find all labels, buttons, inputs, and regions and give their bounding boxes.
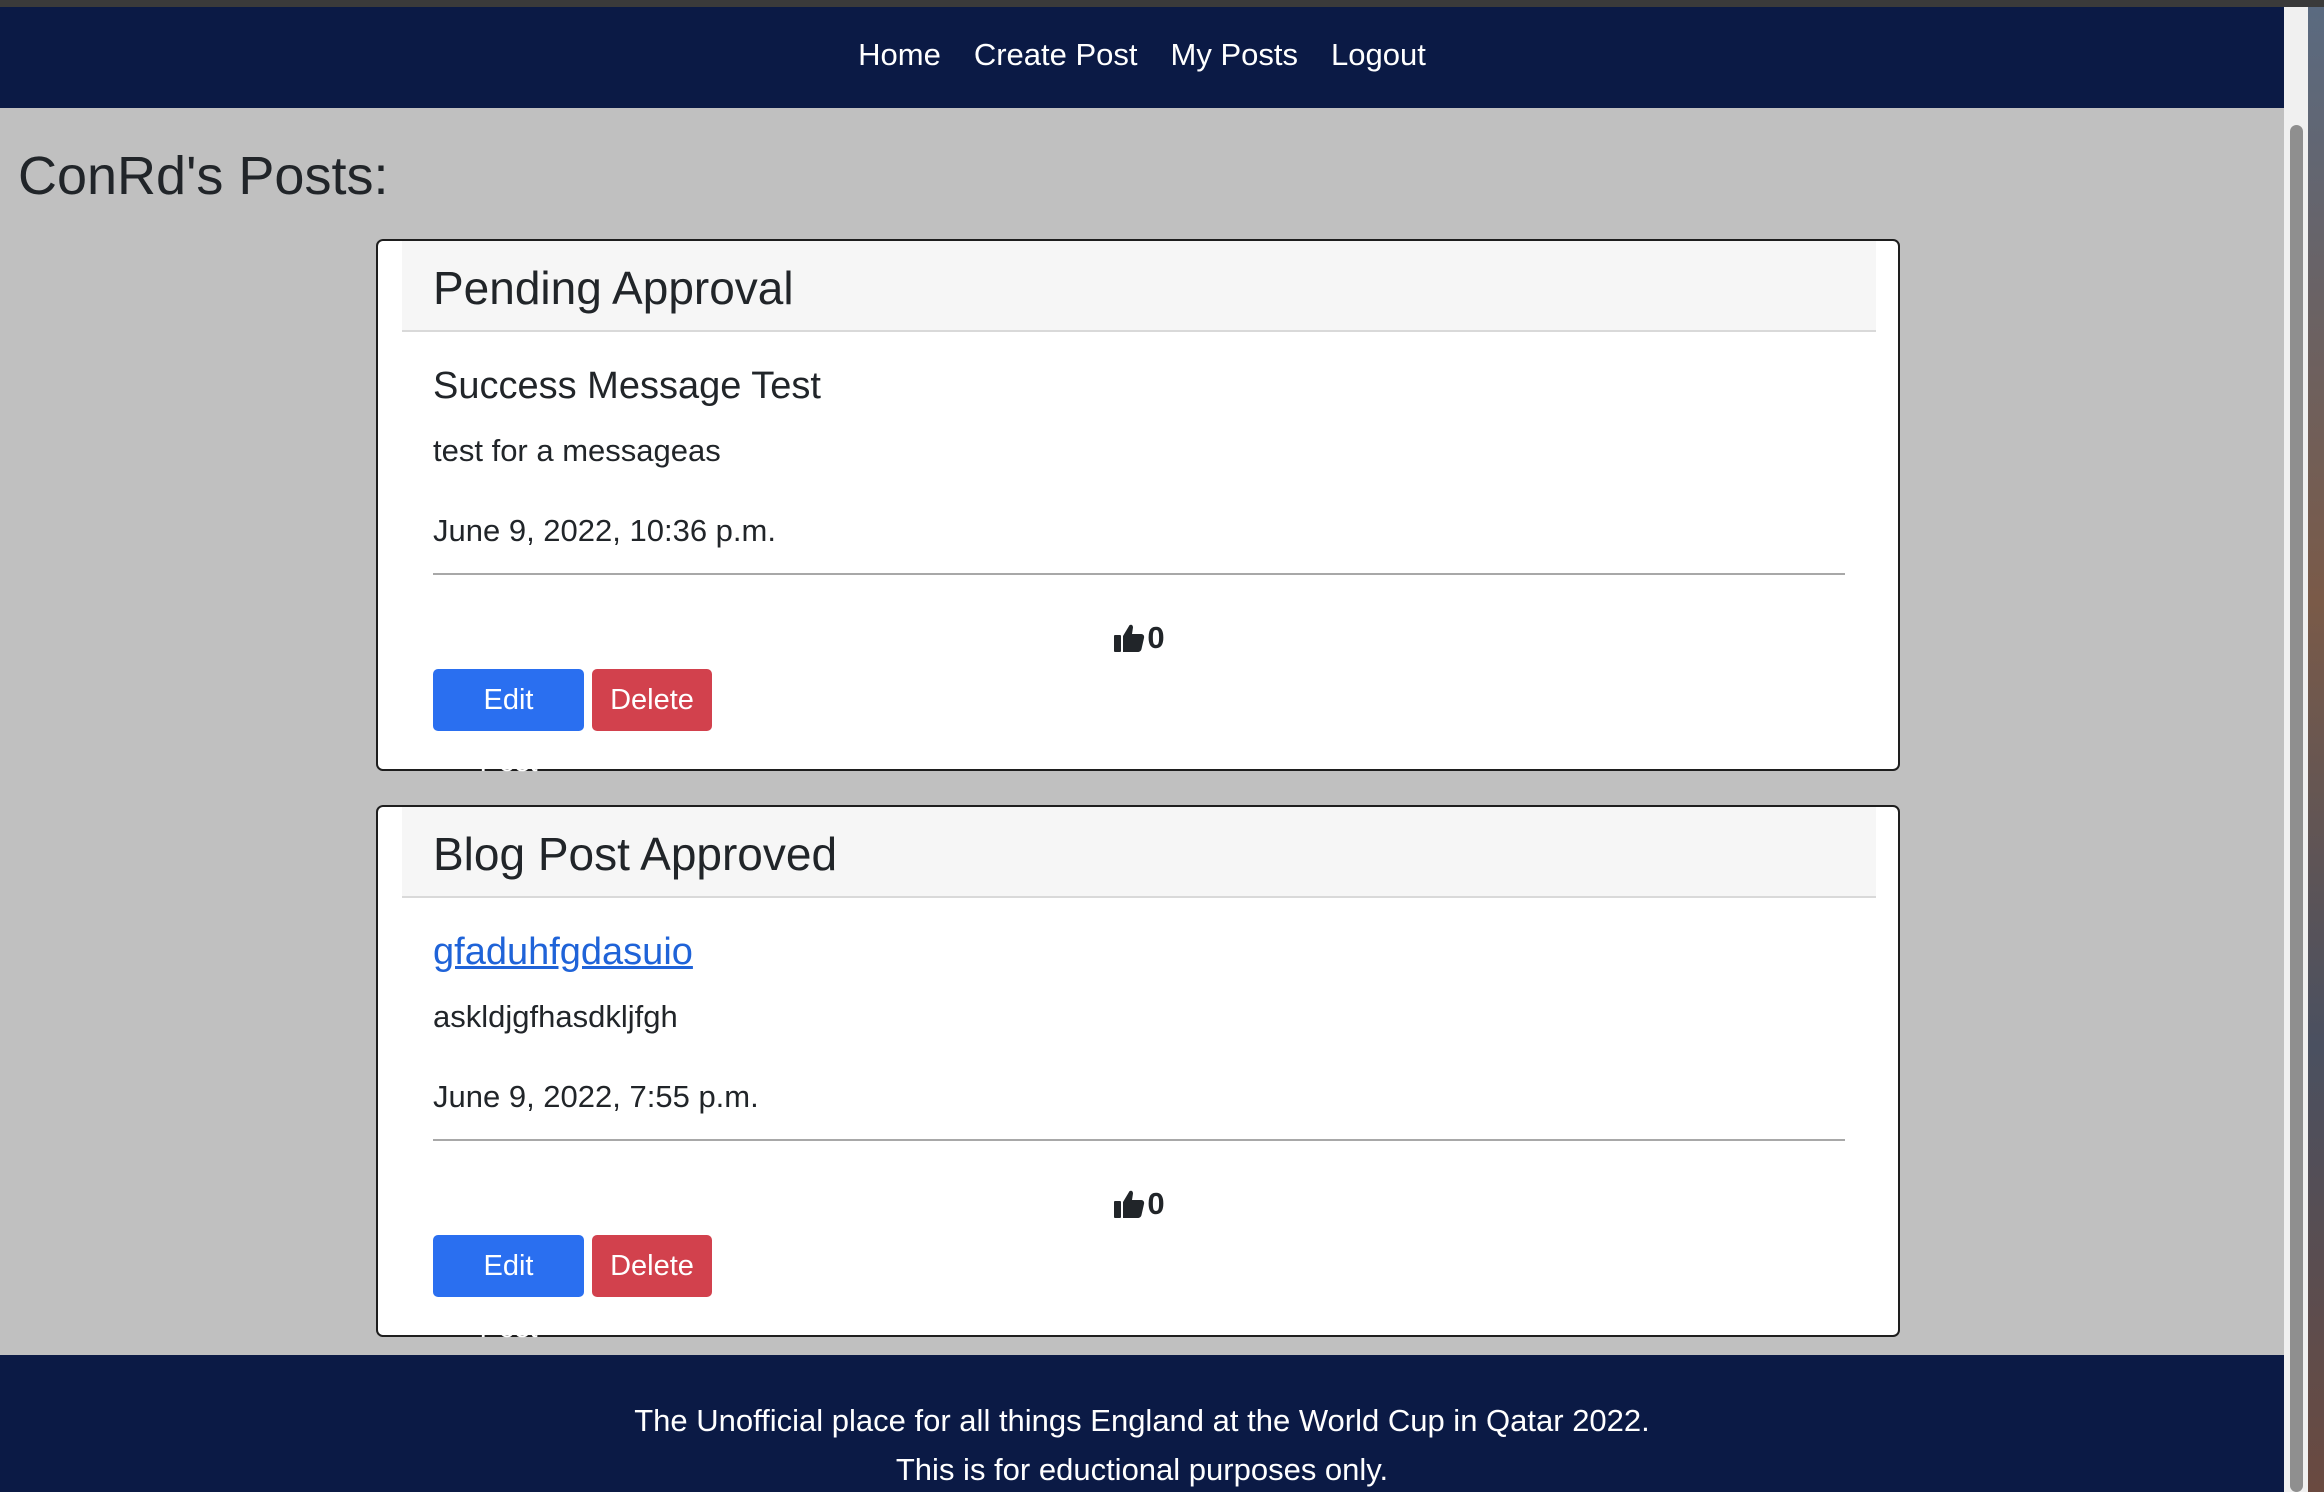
post-status-heading: Pending Approval	[433, 262, 794, 314]
footer-line-1: The Unofficial place for all things Engl…	[634, 1403, 1650, 1438]
post-card: Pending Approval Success Message Test te…	[376, 239, 1900, 778]
nav-create-post-link[interactable]: Create Post	[974, 39, 1138, 76]
nav-my-posts-link[interactable]: My Posts	[1171, 39, 1298, 76]
post-card: Blog Post Approved gfaduhfgdasuio askldj…	[376, 805, 1900, 1344]
delete-post-button[interactable]: Delete	[592, 669, 712, 731]
post-card-body: Success Message Test test for a messagea…	[433, 332, 1845, 778]
footer-line-2: This is for eductional purposes only.	[895, 1452, 1389, 1487]
browser-top-strip	[0, 0, 2324, 7]
edit-post-button[interactable]: Edit Post	[433, 669, 584, 778]
footer: The Unofficial place for all things Engl…	[0, 1355, 2284, 1492]
scrollbar-thumb[interactable]	[2290, 125, 2303, 1492]
thumbs-up-icon	[1113, 1189, 1145, 1219]
post-date: June 9, 2022, 7:55 p.m.	[433, 1079, 759, 1114]
delete-post-button[interactable]: Delete	[592, 1235, 712, 1297]
desktop-edge	[2308, 7, 2324, 1492]
page-title: ConRd's Posts:	[18, 146, 389, 206]
post-likes: 0	[433, 622, 1845, 653]
page: Home Create Post My Posts Logout ConRd's…	[0, 7, 2284, 1492]
vertical-scrollbar[interactable]	[2284, 7, 2308, 1492]
post-title-link[interactable]: gfaduhfgdasuio	[433, 931, 693, 974]
post-excerpt: test for a messageas	[433, 433, 721, 468]
edit-post-button[interactable]: Edit Post	[433, 1235, 584, 1344]
post-likes: 0	[433, 1188, 1845, 1219]
post-divider	[433, 573, 1845, 575]
nav-home-link[interactable]: Home	[858, 39, 941, 76]
post-title: Success Message Test	[433, 365, 821, 407]
post-divider	[433, 1139, 1845, 1141]
navbar: Home Create Post My Posts Logout	[0, 7, 2284, 108]
post-date: June 9, 2022, 10:36 p.m.	[433, 513, 776, 548]
nav-logout-link[interactable]: Logout	[1331, 39, 1426, 76]
post-excerpt: askldjgfhasdkljfgh	[433, 999, 678, 1034]
post-card-header: Pending Approval	[402, 241, 1876, 332]
thumbs-up-icon	[1113, 623, 1145, 653]
post-card-body: gfaduhfgdasuio askldjgfhasdkljfgh June 9…	[433, 898, 1845, 1344]
post-likes-count: 0	[1147, 620, 1165, 655]
post-card-header: Blog Post Approved	[402, 807, 1876, 898]
post-status-heading: Blog Post Approved	[433, 828, 838, 880]
post-likes-count: 0	[1147, 1186, 1165, 1221]
